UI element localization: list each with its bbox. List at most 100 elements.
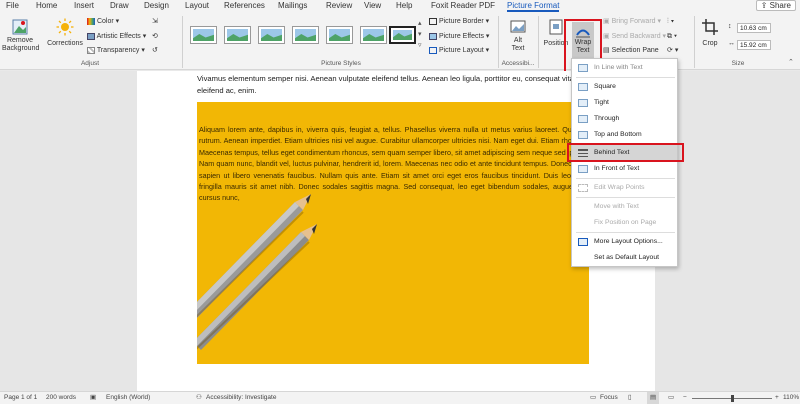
picture-style-thumb[interactable] (258, 26, 285, 44)
tab-mailings[interactable]: Mailings (278, 0, 307, 12)
in-front-of-text-icon (578, 165, 588, 173)
language-indicator[interactable]: English (World) (106, 392, 150, 404)
tab-picture-format[interactable]: Picture Format (507, 0, 560, 12)
color-button[interactable]: Color ▾ (87, 17, 119, 26)
zoom-level[interactable]: 110% (783, 392, 799, 404)
menu-item-edit-wrap-points[interactable]: Edit Wrap Points (572, 180, 677, 196)
sun-icon (56, 18, 74, 36)
menu-item-top-and-bottom[interactable]: Top and Bottom (572, 127, 677, 143)
change-picture-button[interactable]: ⟲ (152, 32, 158, 41)
remove-background-button[interactable]: Remove Background (2, 18, 39, 53)
focus-icon: ▭ (590, 394, 597, 401)
picture-style-thumb[interactable] (190, 26, 217, 44)
group-icon: ⧉ (667, 33, 672, 40)
focus-button[interactable]: Focus (600, 392, 618, 404)
picture-style-thumb[interactable] (389, 26, 416, 44)
menu-item-set-as-default-layout[interactable]: Set as Default Layout (572, 250, 677, 266)
tab-draw[interactable]: Draw (110, 0, 129, 12)
accessibility-group-label: Accessibi... (501, 60, 535, 67)
status-bar: Page 1 of 1 200 words ▣ English (World) … (0, 391, 800, 404)
alt-text-icon (510, 20, 526, 33)
word-count[interactable]: 200 words (46, 392, 76, 404)
print-layout-icon[interactable]: ▤ (647, 392, 660, 404)
tab-home[interactable]: Home (36, 0, 57, 12)
picture-layout-button[interactable]: Picture Layout ▾ (429, 46, 489, 55)
paragraph-text: Vivamus elementum semper nisi. Aenean vu… (197, 74, 581, 95)
change-picture-icon: ⟲ (152, 33, 158, 40)
menu-item-in-front-of-text[interactable]: In Front of Text (572, 161, 677, 177)
group-objects-button[interactable]: ⧉ ▾ (667, 32, 677, 41)
menu-item-move-with-text[interactable]: Move with Text (572, 199, 677, 215)
menu-item-through[interactable]: Through (572, 111, 677, 127)
tab-foxit-reader-pdf[interactable]: Foxit Reader PDF (431, 0, 495, 12)
picture-style-thumb[interactable] (326, 26, 353, 44)
zoom-out-icon[interactable]: − (683, 392, 687, 404)
picture-style-thumb[interactable] (292, 26, 319, 44)
group-separator (182, 16, 183, 68)
image-overlay-text: Aliquam lorem ante, dapibus in, viverra … (199, 125, 589, 203)
accessibility-status[interactable]: Accessibility: Investigate (206, 392, 276, 404)
picture-effects-icon (429, 32, 437, 40)
artistic-effects-button[interactable]: Artistic Effects ▾ (87, 32, 146, 41)
page-count[interactable]: Page 1 of 1 (4, 392, 37, 404)
tab-design[interactable]: Design (144, 0, 169, 12)
tab-references[interactable]: References (224, 0, 265, 12)
share-button[interactable]: ⇪ Share (755, 0, 796, 11)
menu-item-square[interactable]: Square (572, 79, 677, 95)
top-bottom-wrap-icon (578, 131, 588, 139)
proofing-icon[interactable]: ▣ (90, 392, 96, 404)
reset-picture-button[interactable]: ↺ (152, 46, 158, 55)
document-area: Vivamus elementum semper nisi. Aenean vu… (0, 71, 800, 391)
read-mode-icon[interactable]: ▯ (628, 392, 632, 404)
web-layout-icon[interactable]: ▭ (668, 392, 674, 404)
tab-view[interactable]: View (364, 0, 381, 12)
artistic-effects-icon (87, 32, 95, 40)
rotate-button[interactable]: ⟳ ▾ (667, 46, 678, 55)
layout-options-icon (578, 238, 588, 246)
alt-text-button[interactable]: Alt Text (504, 18, 532, 53)
crop-button[interactable]: Crop (697, 18, 723, 48)
align-button[interactable]: ⫶ ▾ (667, 17, 674, 26)
size-group-label: Size (731, 60, 745, 67)
tab-help[interactable]: Help (396, 0, 412, 12)
bring-forward-button[interactable]: ▣ Bring Forward ▾ (603, 17, 661, 26)
zoom-in-icon[interactable]: + (775, 392, 779, 404)
wrap-text-menu: In Line with Text Square Tight Through T… (571, 58, 678, 267)
width-icon: ↔ (728, 40, 735, 47)
menu-item-more-layout-options[interactable]: More Layout Options... (572, 234, 677, 250)
tab-review[interactable]: Review (326, 0, 352, 12)
height-field[interactable]: 10.63 cm (737, 23, 771, 33)
rotate-icon: ⟳ (667, 47, 673, 54)
share-icon: ⇪ (760, 1, 768, 10)
behind-text-highlight (567, 143, 684, 162)
reset-icon: ↺ (152, 47, 158, 54)
selected-picture[interactable]: Aliquam lorem ante, dapibus in, viverra … (197, 102, 589, 364)
color-icon (87, 17, 95, 25)
group-separator (694, 16, 695, 68)
menu-separator (576, 77, 675, 78)
adjust-group-label: Adjust (80, 60, 100, 67)
picture-style-thumb[interactable] (360, 26, 387, 44)
corrections-button[interactable]: Corrections (46, 18, 84, 48)
tab-file[interactable]: File (6, 0, 19, 12)
menu-item-tight[interactable]: Tight (572, 95, 677, 111)
group-separator (538, 16, 539, 68)
styles-gallery-scroll[interactable]: ▴ ▾ ▿ (418, 18, 422, 51)
picture-effects-button[interactable]: Picture Effects ▾ (429, 32, 489, 41)
transparency-icon (87, 46, 95, 54)
picture-border-button[interactable]: Picture Border ▾ (429, 17, 489, 26)
tab-insert[interactable]: Insert (74, 0, 94, 12)
width-field[interactable]: 15.92 cm (737, 40, 771, 50)
zoom-slider-thumb[interactable] (731, 395, 734, 402)
tab-layout[interactable]: Layout (185, 0, 209, 12)
selection-pane-button[interactable]: ▤ Selection Pane (603, 46, 659, 55)
picture-style-thumb[interactable] (224, 26, 251, 44)
menu-item-in-line-with-text[interactable]: In Line with Text (572, 60, 677, 76)
menu-item-fix-position-on-page[interactable]: Fix Position on Page (572, 215, 677, 231)
send-backward-icon: ▣ (603, 33, 610, 40)
menu-bar: File Home Insert Draw Design Layout Refe… (0, 0, 800, 12)
collapse-ribbon-icon[interactable]: ⌃ (788, 58, 794, 67)
send-backward-button[interactable]: ▣ Send Backward ▾ (603, 32, 666, 41)
compress-pictures-button[interactable]: ⇲ (152, 17, 158, 26)
transparency-button[interactable]: Transparency ▾ (87, 46, 145, 55)
